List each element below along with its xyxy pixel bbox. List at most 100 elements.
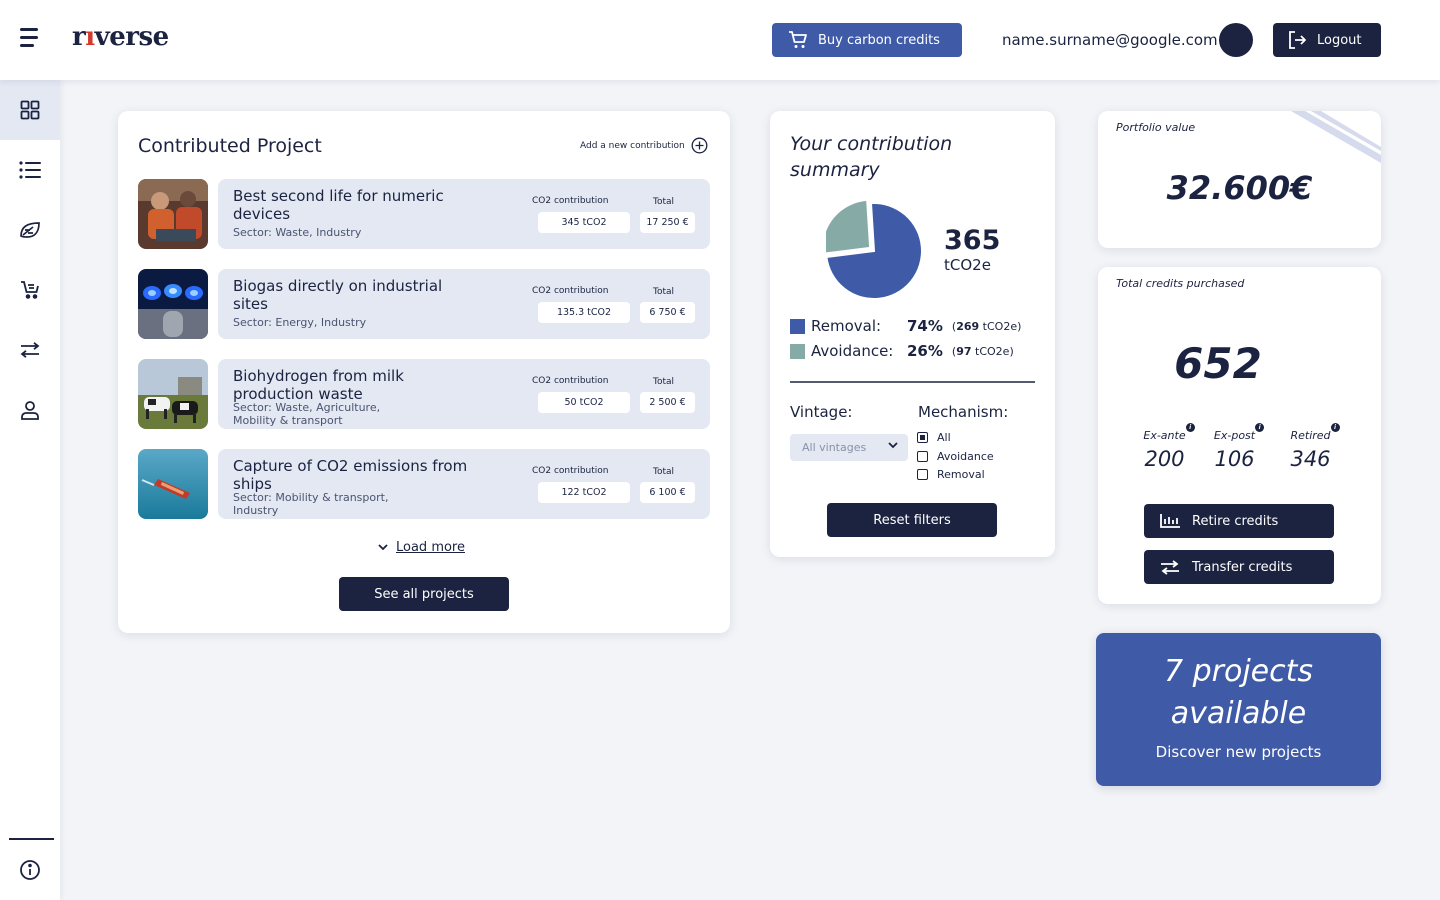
logout-label: Logout xyxy=(1317,32,1362,48)
project-image-cows xyxy=(138,359,208,429)
plus-circle-icon xyxy=(691,137,708,154)
project-name: Best second life for numeric devices xyxy=(233,187,444,223)
mechanism-label: Mechanism: xyxy=(918,403,1009,421)
project-sector: Sector: Mobility & transport, Industry xyxy=(233,491,389,517)
user-email: name.surname@google.com xyxy=(1002,31,1218,49)
logout-icon xyxy=(1289,31,1306,49)
discover-title: 7 projects available xyxy=(1163,654,1314,731)
project-card-item[interactable]: Biohydrogen from milk production waste S… xyxy=(218,359,710,429)
summary-unit: tCO2e xyxy=(944,256,991,274)
co2-contribution-label: CO2 contribution xyxy=(532,196,609,206)
project-card-item[interactable]: Capture of CO2 emissions from ships Sect… xyxy=(218,449,710,519)
mechanism-option-avoidance[interactable]: Avoidance xyxy=(917,450,994,463)
summary-title: Your contribution summary xyxy=(790,133,953,181)
logout-button[interactable]: Logout xyxy=(1273,23,1381,57)
contribution-pie-chart xyxy=(826,199,923,300)
co2-contribution-label: CO2 contribution xyxy=(532,286,609,296)
sidebar-item-info[interactable] xyxy=(0,840,60,900)
avoidance-label: Avoidance: xyxy=(811,342,894,360)
sidebar xyxy=(0,80,60,900)
transfer-label: Transfer credits xyxy=(1192,559,1293,575)
project-sector: Sector: Waste, Agriculture, Mobility & t… xyxy=(233,401,381,427)
chevron-down-icon xyxy=(888,442,898,449)
total-value: 17 250 € xyxy=(640,212,695,233)
mechanism-option-label: All xyxy=(937,431,951,444)
info-icon[interactable]: i xyxy=(1185,423,1195,432)
riverse-logo[interactable]: rıverse xyxy=(72,22,169,52)
portfolio-value: 32.600€ xyxy=(1166,169,1313,207)
sidebar-item-user[interactable] xyxy=(0,380,60,440)
vintage-label: Vintage: xyxy=(790,403,853,421)
co2-value: 345 tCO2 xyxy=(538,212,630,233)
dashboard-icon xyxy=(20,100,40,120)
project-name: Capture of CO2 emissions from ships xyxy=(233,457,468,493)
leaf-icon xyxy=(20,222,40,238)
see-all-projects-button[interactable]: See all projects xyxy=(339,577,509,611)
portfolio-value-card: Portfolio value 32.600€ xyxy=(1098,111,1381,248)
reset-filters-button[interactable]: Reset filters xyxy=(827,503,997,537)
ex-ante-stat: Ex-ante i 200 xyxy=(1142,423,1195,471)
ex-post-stat: Ex-post i 106 xyxy=(1212,423,1265,471)
checkbox-icon xyxy=(917,451,928,462)
project-image-ship xyxy=(138,449,208,519)
co2-value: 122 tCO2 xyxy=(538,482,630,503)
total-value: 2 500 € xyxy=(640,392,695,413)
sidebar-item-dashboard[interactable] xyxy=(0,80,60,140)
total-label: Total xyxy=(653,467,675,477)
project-image-biogas xyxy=(138,269,208,339)
retired-label: Retired xyxy=(1290,429,1331,442)
vintage-select[interactable]: All vintages xyxy=(790,434,908,461)
info-icon[interactable]: i xyxy=(1330,423,1340,432)
project-card-item[interactable]: Best second life for numeric devices Sec… xyxy=(218,179,710,249)
retire-credits-button[interactable]: Retire credits xyxy=(1144,504,1334,538)
cart-icon xyxy=(21,281,39,299)
mechanism-option-label: Avoidance xyxy=(937,450,994,463)
project-row: Best second life for numeric devices Sec… xyxy=(138,179,710,249)
list-icon xyxy=(19,161,41,179)
avoidance-swatch xyxy=(790,343,805,359)
sidebar-item-transfer[interactable] xyxy=(0,320,60,380)
load-more-label: Load more xyxy=(396,540,465,555)
transfer-credits-button[interactable]: Transfer credits xyxy=(1144,550,1334,584)
co2-value: 50 tCO2 xyxy=(538,392,630,413)
checkbox-checked-icon xyxy=(917,432,928,443)
cart-icon xyxy=(789,31,807,48)
transfer-icon xyxy=(20,342,40,358)
sidebar-item-cart[interactable] xyxy=(0,260,60,320)
discover-projects-card[interactable]: 7 projects available Discover new projec… xyxy=(1096,633,1381,786)
project-row: Biogas directly on industrial sites Sect… xyxy=(138,269,710,339)
project-name: Biogas directly on industrial sites xyxy=(233,277,443,313)
credits-purchased-card: Total credits purchased 652 Ex-ante i 200… xyxy=(1098,267,1381,604)
removal-pct: 74% xyxy=(907,317,943,335)
ex-ante-label: Ex-ante xyxy=(1143,429,1186,442)
avoidance-pct: 26% xyxy=(907,342,943,360)
load-more-link[interactable]: Load more xyxy=(378,540,465,555)
checkbox-icon xyxy=(917,469,928,480)
info-icon[interactable]: i xyxy=(1255,423,1265,432)
sidebar-item-leaf[interactable] xyxy=(0,200,60,260)
buy-carbon-credits-button[interactable]: Buy carbon credits xyxy=(772,23,962,57)
transfer-icon xyxy=(1161,559,1179,575)
contributed-projects-card: Contributed Project Add a new contributi… xyxy=(118,111,730,633)
project-sector: Sector: Waste, Industry xyxy=(233,226,362,239)
sidebar-item-list[interactable] xyxy=(0,140,60,200)
ex-ante-value: 200 xyxy=(1144,447,1185,471)
project-card-item[interactable]: Biogas directly on industrial sites Sect… xyxy=(218,269,710,339)
removal-label: Removal: xyxy=(811,317,882,335)
user-icon xyxy=(21,401,39,420)
summary-divider xyxy=(790,381,1035,383)
removal-detail: (269 tCO2e) xyxy=(951,319,1022,333)
avatar[interactable] xyxy=(1219,23,1253,57)
project-row: Biohydrogen from milk production waste S… xyxy=(138,359,710,429)
hamburger-menu-icon[interactable] xyxy=(20,28,42,48)
projects-title: Contributed Project xyxy=(138,135,322,157)
info-icon xyxy=(20,860,40,880)
ex-post-label: Ex-post xyxy=(1213,429,1256,442)
decorative-stripes xyxy=(1291,111,1381,163)
retired-stat: Retired i 346 xyxy=(1288,423,1340,471)
project-name: Biohydrogen from milk production waste xyxy=(233,367,404,403)
mechanism-option-removal[interactable]: Removal xyxy=(917,468,985,481)
add-contribution-link[interactable]: Add a new contribution xyxy=(580,137,708,154)
mechanism-option-all[interactable]: All xyxy=(917,431,951,444)
removal-swatch xyxy=(790,318,805,334)
